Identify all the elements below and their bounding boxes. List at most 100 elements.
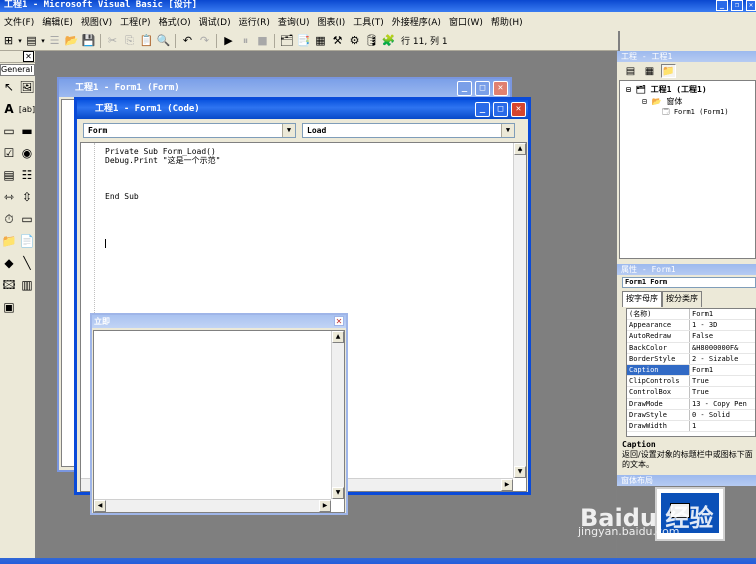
property-value[interactable]: 13 - Copy Pen bbox=[690, 399, 755, 409]
property-row[interactable]: ControlBox True bbox=[627, 387, 755, 399]
minimize-icon[interactable]: _ bbox=[457, 81, 472, 96]
line-icon[interactable]: ╲ bbox=[18, 253, 36, 274]
horizontal-scrollbar[interactable]: ◀ ▶ bbox=[94, 499, 331, 512]
frame-icon[interactable]: ▭ bbox=[0, 121, 18, 142]
vertical-scrollbar[interactable]: ▲ ▼ bbox=[513, 143, 526, 478]
property-row[interactable]: ClipControls True bbox=[627, 376, 755, 388]
code-text[interactable]: Private Sub Form_Load() Debug.Print "这是一… bbox=[105, 147, 220, 201]
property-row[interactable]: DrawWidth 1 bbox=[627, 420, 755, 433]
optionbutton-icon[interactable]: ◉ bbox=[18, 143, 36, 164]
close-icon[interactable]: ✕ bbox=[334, 316, 344, 326]
label-icon[interactable]: A bbox=[0, 99, 18, 120]
start-icon[interactable]: ▶ bbox=[220, 34, 237, 47]
toolbox-tab-general[interactable]: General bbox=[0, 64, 35, 76]
scroll-down-icon[interactable]: ▼ bbox=[332, 487, 344, 499]
scroll-right-icon[interactable]: ▶ bbox=[319, 500, 331, 512]
minimize-icon[interactable]: _ bbox=[475, 102, 490, 117]
close-icon[interactable]: ✕ bbox=[746, 0, 756, 11]
menu-view[interactable]: 视图(V) bbox=[77, 15, 116, 28]
tree-node-form1[interactable]: 🗔 Form1 (Form1) bbox=[662, 108, 729, 119]
immediate-window-titlebar[interactable]: 立即 ✕ bbox=[92, 315, 346, 328]
immediate-window[interactable]: 立即 ✕ ▲ ▼ ◀ ▶ bbox=[90, 313, 348, 515]
paste-icon[interactable]: 📋 bbox=[138, 34, 155, 47]
property-value[interactable]: 2 - Sizable bbox=[690, 354, 755, 364]
pointer-icon[interactable]: ↖ bbox=[0, 77, 18, 98]
hscrollbar-icon[interactable]: ⇿ bbox=[0, 187, 18, 208]
property-row[interactable]: BackColor &H8000000F& bbox=[627, 342, 755, 354]
procedure-combo[interactable]: Load ▼ bbox=[302, 123, 515, 138]
toggle-folders-icon[interactable]: 📁 bbox=[661, 64, 676, 78]
property-row[interactable]: Appearance 1 - 3D bbox=[627, 320, 755, 332]
listbox-icon[interactable]: ☷ bbox=[18, 165, 36, 186]
immediate-pane[interactable]: ▲ ▼ ◀ ▶ bbox=[93, 330, 345, 513]
menu-project[interactable]: 工程(P) bbox=[116, 15, 154, 28]
scroll-left-icon[interactable]: ◀ bbox=[94, 500, 106, 512]
object-combo[interactable]: Form ▼ bbox=[83, 123, 296, 138]
combobox-icon[interactable]: ▤ bbox=[0, 165, 18, 186]
filelistbox-icon[interactable]: 📄 bbox=[18, 231, 36, 252]
property-value[interactable]: True bbox=[690, 376, 755, 386]
find-icon[interactable]: 🔍 bbox=[155, 34, 172, 47]
menu-window[interactable]: 窗口(W) bbox=[445, 15, 487, 28]
menu-editor-icon[interactable]: ☰ bbox=[46, 34, 63, 47]
ole-icon[interactable]: ▣ bbox=[0, 297, 18, 318]
property-value[interactable]: False bbox=[690, 331, 755, 341]
view-object-icon[interactable]: ▦ bbox=[642, 64, 657, 78]
form-layout-icon[interactable]: ▦ bbox=[312, 34, 329, 47]
cut-icon[interactable]: ✂ bbox=[104, 34, 121, 47]
chevron-down-icon[interactable]: ▼ bbox=[501, 124, 514, 137]
chevron-down-icon[interactable]: ▼ bbox=[282, 124, 295, 137]
scroll-right-icon[interactable]: ▶ bbox=[501, 479, 513, 491]
checkbox-icon[interactable]: ☑ bbox=[0, 143, 18, 164]
drivelistbox-icon[interactable]: ▭ bbox=[18, 209, 36, 230]
form-window-titlebar[interactable]: 工程1 - Form1 (Form) _ □ ✕ bbox=[59, 79, 510, 97]
toolbox-icon[interactable]: ⚙ bbox=[346, 34, 363, 47]
close-icon[interactable]: ✕ bbox=[493, 81, 508, 96]
menu-diagram[interactable]: 图表(I) bbox=[314, 15, 350, 28]
property-value[interactable]: 1 - 3D bbox=[690, 320, 755, 330]
menu-format[interactable]: 格式(O) bbox=[155, 15, 195, 28]
view-code-icon[interactable]: ▤ bbox=[623, 64, 638, 78]
property-row[interactable]: DrawMode 13 - Copy Pen bbox=[627, 398, 755, 410]
project-explorer-icon[interactable]: 🗂 bbox=[278, 34, 295, 47]
dirlistbox-icon[interactable]: 📁 bbox=[0, 231, 18, 252]
property-row[interactable]: AutoRedraw False bbox=[627, 331, 755, 343]
property-value[interactable]: True bbox=[690, 387, 755, 397]
property-value[interactable]: Form1 bbox=[690, 309, 755, 319]
shape-icon[interactable]: ◆ bbox=[0, 253, 18, 274]
tab-alphabetic[interactable]: 按字母序 bbox=[622, 291, 662, 307]
end-icon[interactable]: ■ bbox=[254, 34, 271, 47]
vertical-scrollbar[interactable]: ▲ ▼ bbox=[331, 331, 344, 499]
break-icon[interactable]: ⏸ bbox=[237, 34, 254, 48]
properties-window-icon[interactable]: 📑 bbox=[295, 34, 312, 47]
property-row[interactable]: Caption Form1 bbox=[627, 364, 755, 377]
image-icon[interactable]: 🖾 bbox=[0, 275, 18, 296]
menu-addins[interactable]: 外接程序(A) bbox=[388, 15, 445, 28]
menu-edit[interactable]: 编辑(E) bbox=[38, 15, 77, 28]
commandbutton-icon[interactable]: ▬ bbox=[18, 121, 36, 142]
copy-icon[interactable]: ⎘ bbox=[121, 34, 138, 48]
property-value[interactable]: Form1 bbox=[690, 365, 755, 375]
picturebox-icon[interactable]: 🖼 bbox=[18, 77, 36, 98]
data-icon[interactable]: ▥ bbox=[18, 275, 36, 296]
code-window-titlebar[interactable]: 工程1 - Form1 (Code) _ □ ✕ bbox=[77, 100, 528, 119]
property-value[interactable]: &H8000000F& bbox=[690, 343, 755, 353]
menu-help[interactable]: 帮助(H) bbox=[487, 15, 527, 28]
scroll-up-icon[interactable]: ▲ bbox=[332, 331, 344, 343]
open-project-icon[interactable]: 📂 bbox=[63, 34, 80, 47]
save-project-icon[interactable]: 💾 bbox=[80, 34, 97, 47]
close-icon[interactable]: ✕ bbox=[511, 102, 526, 117]
menu-file[interactable]: 文件(F) bbox=[0, 15, 38, 28]
scroll-down-icon[interactable]: ▼ bbox=[514, 466, 526, 478]
timer-icon[interactable]: ⏱ bbox=[0, 209, 18, 230]
property-row[interactable]: BorderStyle 2 - Sizable bbox=[627, 353, 755, 365]
add-form-icon[interactable]: ▤ bbox=[23, 34, 40, 47]
menu-query[interactable]: 查询(U) bbox=[274, 15, 314, 28]
close-icon[interactable]: ✕ bbox=[23, 51, 34, 62]
maximize-icon[interactable]: □ bbox=[475, 81, 490, 96]
tree-node-project[interactable]: ⊟ 🗂 工程1 (工程1) bbox=[626, 84, 707, 95]
maximize-icon[interactable]: □ bbox=[493, 102, 508, 117]
property-value[interactable]: 0 - Solid bbox=[690, 410, 755, 420]
add-project-icon[interactable]: ⊞ bbox=[0, 34, 17, 47]
menu-tools[interactable]: 工具(T) bbox=[349, 15, 388, 28]
